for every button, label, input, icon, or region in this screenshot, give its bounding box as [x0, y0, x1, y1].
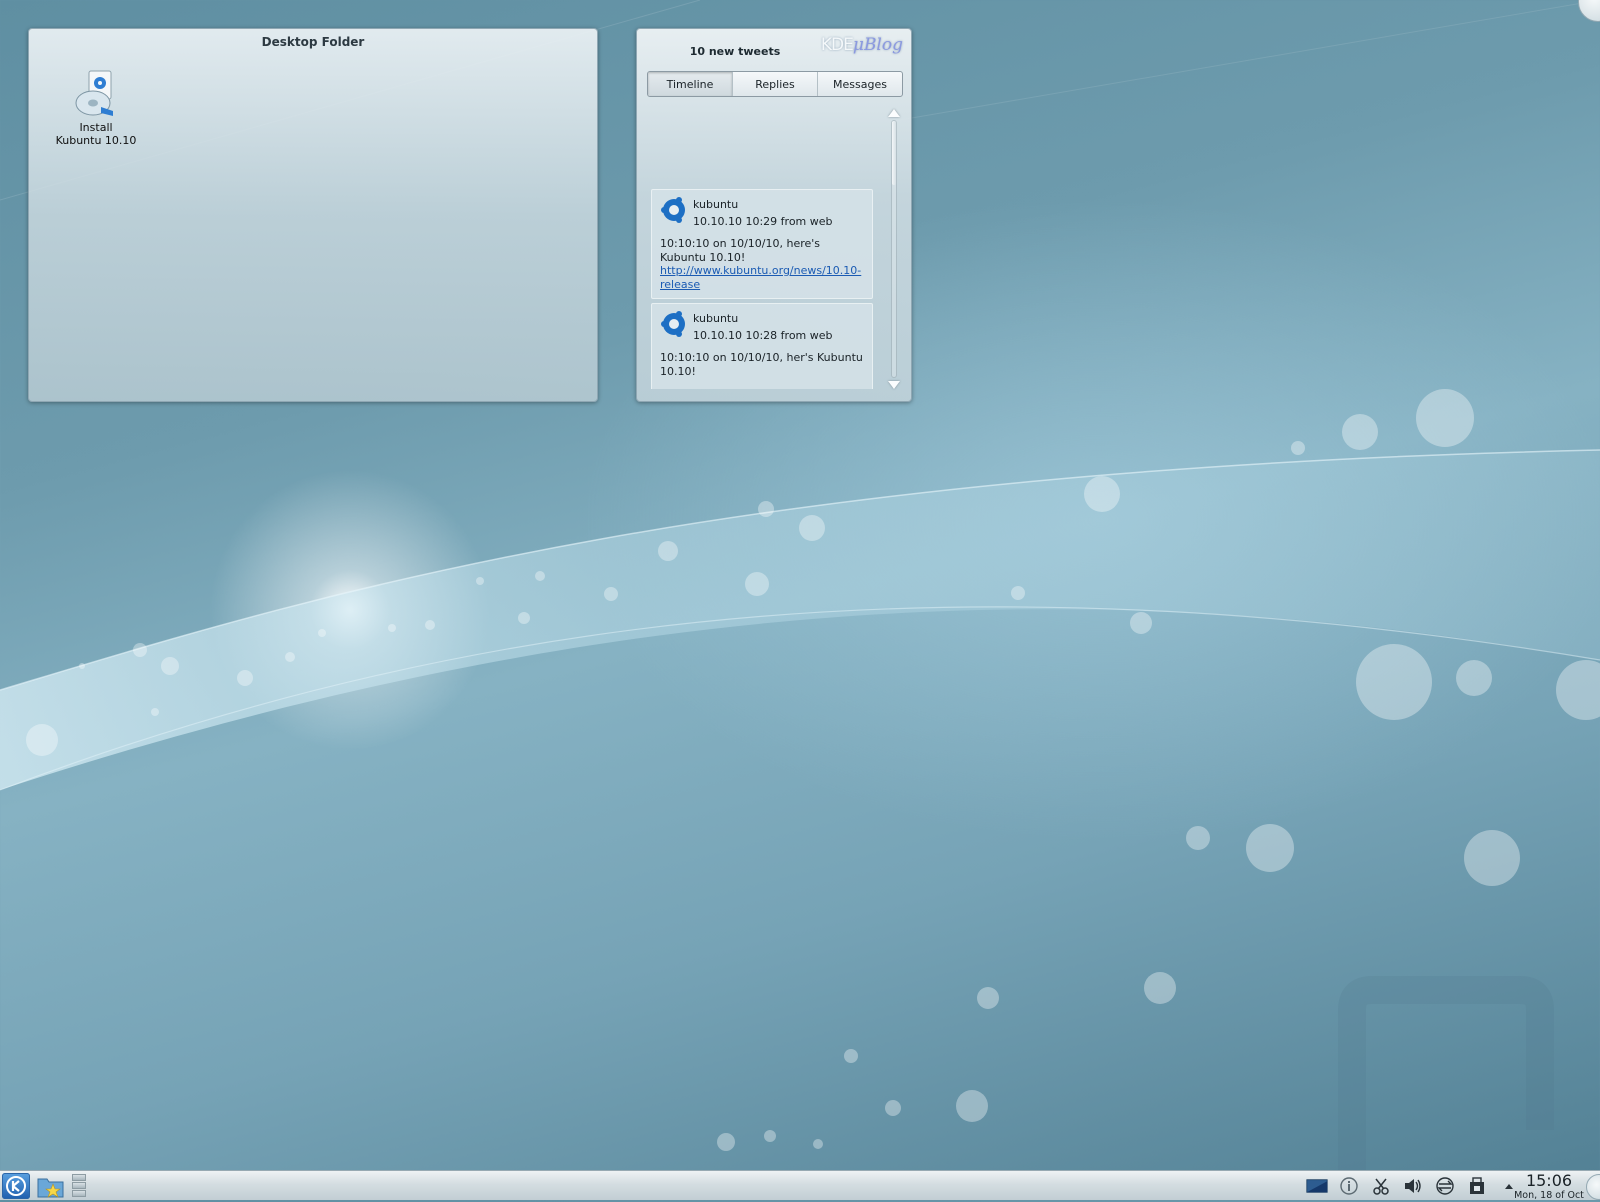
scroll-thumb[interactable] [892, 121, 896, 185]
tweet-text: 10:10:10 on 10/10/10, her's Kubuntu 10.1… [660, 351, 863, 378]
kubuntu-logo-icon [661, 197, 685, 223]
clock-date: Mon, 18 of Oct [1514, 1190, 1584, 1201]
timeline-list[interactable]: kubuntu 10.10.10 10:29 from web 10:10:10… [647, 107, 887, 389]
new-tweets-header: 10 new tweets [689, 45, 781, 58]
digital-clock[interactable]: 15:06 Mon, 18 of Oct [1510, 1171, 1588, 1202]
places-folder-button[interactable] [36, 1174, 66, 1199]
scroll-track[interactable] [891, 120, 897, 378]
install-cd-icon [75, 70, 113, 116]
scroll-down-arrow-icon[interactable] [888, 381, 900, 389]
tweet-timestamp: 10.10.10 10:29 from web [693, 215, 833, 228]
kubuntu-logo-icon [661, 311, 685, 337]
tweet-timestamp: 10.10.10 10:28 from web [693, 329, 833, 342]
desktop-folder-widget: Desktop Folder Install Kubuntu 10.10 [28, 28, 598, 402]
tab-messages[interactable]: Messages [818, 72, 902, 96]
clock-time: 15:06 [1525, 1171, 1573, 1190]
kde-logo-icon [6, 1176, 26, 1196]
folder-widget-title: Desktop Folder [261, 35, 365, 49]
tab-replies[interactable]: Replies [733, 72, 818, 96]
clipboard-scissors-icon[interactable] [1370, 1175, 1392, 1197]
bottom-panel: 15:06 Mon, 18 of Oct [0, 1170, 1600, 1202]
timeline-scrollbar[interactable] [887, 107, 901, 391]
microblog-logo: KDEμBlog [821, 35, 903, 55]
tweet-item: kubuntu 10.10.10 10:29 from web 10:10:10… [651, 189, 873, 299]
logo-ublog-text: μBlog [852, 35, 903, 55]
logo-kde-text: KDE [820, 35, 854, 55]
tweet-link[interactable]: http://www.kubuntu.org/news/10.10-releas… [660, 264, 864, 291]
kde-launcher-button[interactable] [2, 1173, 30, 1199]
folder-star-icon [37, 1178, 64, 1198]
desktop-toolbox-button[interactable] [1578, 0, 1600, 22]
shortcut-label: Install Kubuntu 10.10 [55, 121, 137, 147]
microblog-widget: 10 new tweets KDEμBlog Timeline Replies … [636, 28, 912, 402]
microblog-tabbar: Timeline Replies Messages [647, 71, 903, 97]
pager-desktop-3[interactable] [72, 1190, 86, 1197]
screen-icon[interactable] [1306, 1175, 1328, 1197]
install-kubuntu-shortcut[interactable]: Install Kubuntu 10.10 [55, 69, 137, 147]
tweet-item: kubuntu 10.10.10 10:28 from web 10:10:10… [651, 303, 873, 389]
volume-icon[interactable] [1402, 1175, 1424, 1197]
tab-timeline[interactable]: Timeline [648, 72, 733, 96]
tweet-text: 10:10:10 on 10/10/10, here's Kubuntu 10.… [660, 237, 821, 264]
device-notifier-icon[interactable] [1466, 1175, 1488, 1197]
network-icon[interactable] [1434, 1175, 1456, 1197]
panel-toolbox-button[interactable] [1586, 1174, 1600, 1200]
virtual-desktop-pager[interactable] [72, 1174, 88, 1198]
desktop[interactable]: { "desktop_folder": { "title": "Desktop … [0, 0, 1600, 1202]
tweet-username[interactable]: kubuntu [693, 196, 864, 213]
pager-desktop-2[interactable] [72, 1182, 86, 1189]
scroll-up-arrow-icon[interactable] [888, 109, 900, 117]
info-icon[interactable] [1338, 1175, 1360, 1197]
system-tray [1306, 1175, 1520, 1197]
tweet-username[interactable]: kubuntu [693, 310, 864, 327]
pager-desktop-1[interactable] [72, 1174, 86, 1181]
